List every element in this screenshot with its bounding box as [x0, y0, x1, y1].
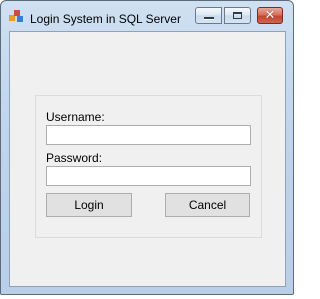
- login-button[interactable]: Login: [46, 193, 132, 217]
- login-window: Login System in SQL Server ✕ Username: P…: [0, 0, 294, 295]
- window-title: Login System in SQL Server: [30, 12, 181, 26]
- maximize-button[interactable]: [224, 7, 251, 24]
- username-label: Username:: [46, 110, 105, 124]
- close-button[interactable]: ✕: [257, 7, 283, 24]
- username-input[interactable]: [46, 125, 251, 145]
- maximize-icon: [233, 12, 242, 19]
- password-input[interactable]: [46, 166, 251, 186]
- title-bar[interactable]: Login System in SQL Server ✕: [1, 1, 293, 31]
- minimize-icon: [204, 17, 214, 19]
- client-area: Username: Password: Login Cancel: [9, 31, 286, 287]
- app-icon: [9, 10, 23, 22]
- login-panel: Username: Password: Login Cancel: [35, 95, 262, 238]
- minimize-button[interactable]: [195, 7, 222, 24]
- password-label: Password:: [46, 151, 103, 165]
- close-icon: ✕: [264, 8, 276, 23]
- cancel-button[interactable]: Cancel: [165, 193, 250, 217]
